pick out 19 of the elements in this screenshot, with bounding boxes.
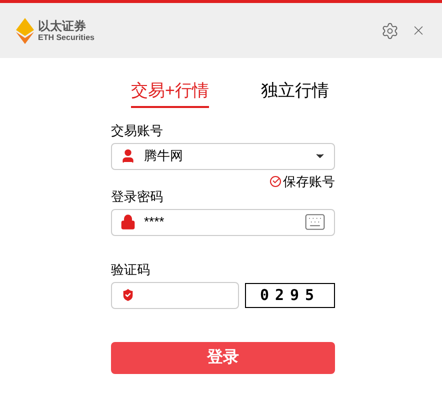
password-field[interactable]: **** [111,208,335,236]
captcha-field[interactable] [111,282,239,308]
keyboard-icon[interactable] [304,211,326,233]
logo-subtitle: ETH Securities [38,34,94,42]
field-label: 交易账号 [111,124,164,136]
settings-button[interactable] [381,22,399,40]
shield-icon [120,287,136,303]
tab[interactable]: 交易+行情 [131,78,209,108]
field-label: 验证码 [111,262,151,276]
save-account-checkbox[interactable]: 保存账号 [270,174,335,188]
logo-name: 以太证券 [38,20,87,32]
captcha-image[interactable]: 0295 [245,282,335,308]
login-button[interactable]: 登录 [111,342,335,374]
lock-icon [120,214,136,230]
user-icon [120,148,136,164]
field-label: 登录密码 [111,190,164,202]
tab[interactable]: 独立行情 [260,78,329,108]
logo-icon [16,18,34,44]
account-dropdown[interactable]: 腾牛网 [111,142,335,170]
